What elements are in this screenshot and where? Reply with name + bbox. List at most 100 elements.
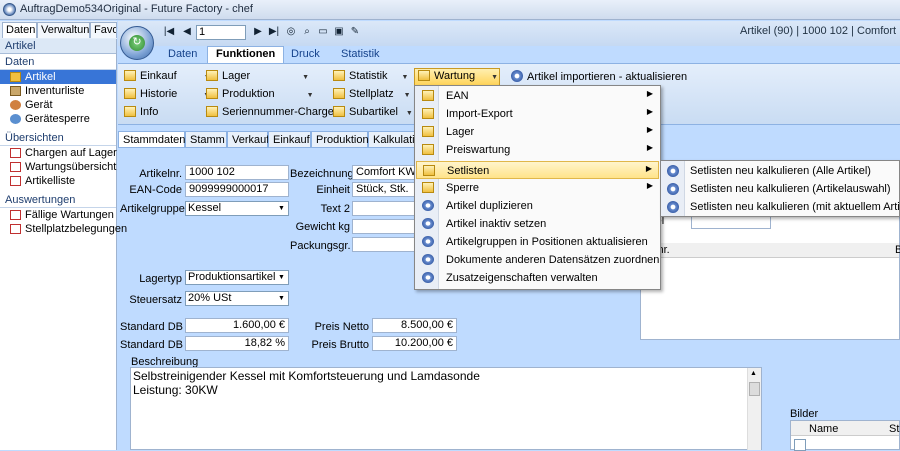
tab-stamm-2[interactable]: Stamm 2	[185, 131, 234, 148]
nav-item-geraetesperre[interactable]: Gerätesperre	[0, 112, 116, 126]
ribbon-historie-button[interactable]: Historie▼	[124, 88, 210, 104]
new-document-icon[interactable]: ▭	[316, 25, 330, 39]
previous-record-icon[interactable]: ◀	[180, 25, 194, 39]
ribbon-tab-druck[interactable]: Druck	[283, 47, 328, 63]
artikelgruppe-select[interactable]: Kessel ▼	[185, 201, 289, 216]
ribbon-artikel-import-button[interactable]: Artikel importieren - aktualisieren	[511, 70, 687, 86]
ribbon-tab-statistik[interactable]: Statistik	[333, 47, 388, 63]
chevron-right-icon: ▶	[646, 181, 653, 190]
submenu-item-alle-artikel[interactable]: Setlisten neu kalkulieren (Alle Artikel)	[662, 162, 899, 180]
submenu-item-label: Setlisten neu kalkulieren (Artikelauswah…	[690, 183, 891, 195]
folder-icon	[418, 70, 430, 81]
gewicht-field[interactable]	[352, 219, 415, 234]
nav-item-geraet[interactable]: Gerät	[0, 98, 116, 112]
nav-item-inventurliste[interactable]: Inventurliste	[0, 84, 116, 98]
nav-item-label: Wartungsübersicht	[25, 161, 117, 173]
submenu-item-artikelauswahl[interactable]: Setlisten neu kalkulieren (Artikelauswah…	[662, 180, 899, 198]
ribbon-produktion-button[interactable]: Produktion ▼	[206, 88, 314, 104]
packungsgr-field[interactable]	[352, 237, 415, 252]
tab-einkauf[interactable]: Einkauf	[268, 131, 311, 148]
menu-item-dokumente[interactable]: Dokumente anderen Datensätzen zuordnen	[416, 251, 659, 269]
save-icon[interactable]: ▣	[332, 25, 346, 39]
ribbon-label: Info	[140, 106, 159, 118]
bezeichnung-label: Bezeichnung	[290, 168, 354, 180]
menu-item-sperre[interactable]: Sperre ▶	[416, 179, 659, 197]
menu-item-artikel-duplizieren[interactable]: Artikel duplizieren	[416, 197, 659, 215]
ribbon-lager-button[interactable]: Lager ▼	[206, 70, 309, 86]
menu-item-lager[interactable]: Lager ▶	[416, 123, 659, 141]
beschreibung-textarea[interactable]: Selbstreinigender Kessel mit Komfortsteu…	[130, 367, 762, 450]
folder-icon	[124, 106, 136, 117]
standard-db-field[interactable]: 1.600,00 €	[185, 318, 289, 333]
bezeichnung-field[interactable]: Comfort KW30	[352, 165, 415, 180]
steuersatz-select[interactable]: 20% USt ▼	[185, 291, 289, 306]
nav-item-artikel[interactable]: Artikel	[0, 70, 116, 84]
standard-db-pct-field[interactable]: 18,82 %	[185, 336, 289, 351]
menu-item-ean[interactable]: EAN ▶	[416, 87, 659, 105]
ribbon-statistik-button[interactable]: Statistik ▼	[333, 70, 408, 86]
column-header-name[interactable]: Name	[809, 423, 838, 435]
ribbon-wartung-button[interactable]: Wartung ▼	[414, 68, 500, 86]
ribbon-tabs: Daten Funktionen Druck Statistik	[155, 46, 900, 63]
lagertyp-select[interactable]: Produktionsartikel ▼	[185, 270, 289, 285]
ribbon-seriennummer-button[interactable]: Seriennummer-Charge▼	[206, 106, 345, 122]
ribbon-einkauf-button[interactable]: Einkauf▼	[124, 70, 211, 86]
tab-verwaltung[interactable]: Verwaltung	[37, 22, 90, 38]
einheit-field[interactable]: Stück, Stk.	[352, 182, 415, 197]
tab-kalkulation[interactable]: Kalkulatio	[368, 131, 418, 148]
steuersatz-value: 20% USt	[188, 292, 232, 304]
edit-icon[interactable]: ✎	[348, 25, 362, 39]
column-header-b[interactable]: B	[895, 244, 900, 256]
search-icon[interactable]: ⌕	[300, 25, 314, 39]
last-record-icon[interactable]: ▶|	[267, 25, 281, 39]
menu-item-import-export[interactable]: Import-Export ▶	[416, 105, 659, 123]
ribbon-label: Artikel importieren - aktualisieren	[527, 71, 688, 83]
nav-item-stellplatzbelegungen[interactable]: Stellplatzbelegungen	[0, 222, 127, 236]
preis-netto-field[interactable]: 8.500,00 €	[372, 318, 457, 333]
beschreibung-scrollbar[interactable]: ▲	[747, 368, 761, 450]
binoculars-icon[interactable]: ◎	[284, 25, 298, 39]
menu-item-setlisten[interactable]: Setlisten ▶	[416, 161, 659, 179]
nav-item-chargen[interactable]: Chargen auf Lager	[0, 146, 117, 160]
ean-field[interactable]: 9099999000017	[185, 182, 289, 197]
artikelnr-field[interactable]: 1000 102	[185, 165, 289, 180]
chevron-right-icon: ▶	[645, 164, 652, 173]
panel-input[interactable]	[691, 215, 771, 229]
preis-brutto-field[interactable]: 10.200,00 €	[372, 336, 457, 351]
nav-item-wartungsuebersicht[interactable]: Wartungsübersicht	[0, 160, 116, 174]
folder-icon	[206, 70, 218, 81]
nav-item-faellige-wartungen[interactable]: Fällige Wartungen	[0, 208, 116, 222]
scrollbar-thumb[interactable]	[749, 382, 760, 396]
tab-favoriten[interactable]: Favo	[90, 22, 117, 38]
text2-field[interactable]	[352, 201, 415, 216]
tab-produktion[interactable]: Produktion	[311, 131, 369, 148]
ribbon-stellplatz-button[interactable]: Stellplatz ▼	[333, 88, 411, 104]
text2-label: Text 2	[320, 203, 350, 215]
nav-item-artikelliste[interactable]: Artikelliste	[0, 174, 116, 188]
app-menu-button[interactable]: ↻	[120, 26, 154, 60]
folder-icon	[124, 70, 136, 81]
next-record-icon[interactable]: ▶	[251, 25, 265, 39]
ribbon-tab-funktionen[interactable]: Funktionen	[207, 46, 285, 63]
gear-icon	[422, 236, 434, 247]
record-number-input[interactable]: 1	[196, 25, 246, 40]
menu-item-label: Zusatzeigenschaften verwalten	[446, 272, 598, 284]
menu-item-zusatzeigenschaften[interactable]: Zusatzeigenschaften verwalten	[416, 269, 659, 287]
gear-icon	[511, 70, 523, 82]
document-icon	[10, 162, 21, 172]
tab-stammdaten[interactable]: Stammdaten	[118, 131, 185, 148]
submenu-item-aktueller-artikel[interactable]: Setlisten neu kalkulieren (mit aktuellem…	[662, 198, 900, 216]
ribbon-info-button[interactable]: Info▼	[124, 106, 211, 122]
menu-item-artikel-inaktiv[interactable]: Artikel inaktiv setzen	[416, 215, 659, 233]
menu-item-preiswartung[interactable]: Preiswartung ▶	[416, 141, 659, 159]
tab-daten[interactable]: Daten	[2, 22, 37, 38]
column-header-sti[interactable]: Sti	[889, 423, 900, 435]
tab-verkauf[interactable]: Verkauf	[227, 131, 269, 148]
menu-item-artikelgruppen[interactable]: Artikelgruppen in Positionen aktualisier…	[416, 233, 659, 251]
ribbon-subartikel-button[interactable]: Subartikel ▼	[333, 106, 413, 122]
lagertyp-value: Produktionsartikel	[188, 271, 276, 283]
image-icon[interactable]	[794, 439, 806, 451]
first-record-icon[interactable]: |◀	[162, 25, 176, 39]
ribbon-tab-daten[interactable]: Daten	[160, 47, 205, 63]
refresh-icon: ↻	[129, 35, 145, 51]
